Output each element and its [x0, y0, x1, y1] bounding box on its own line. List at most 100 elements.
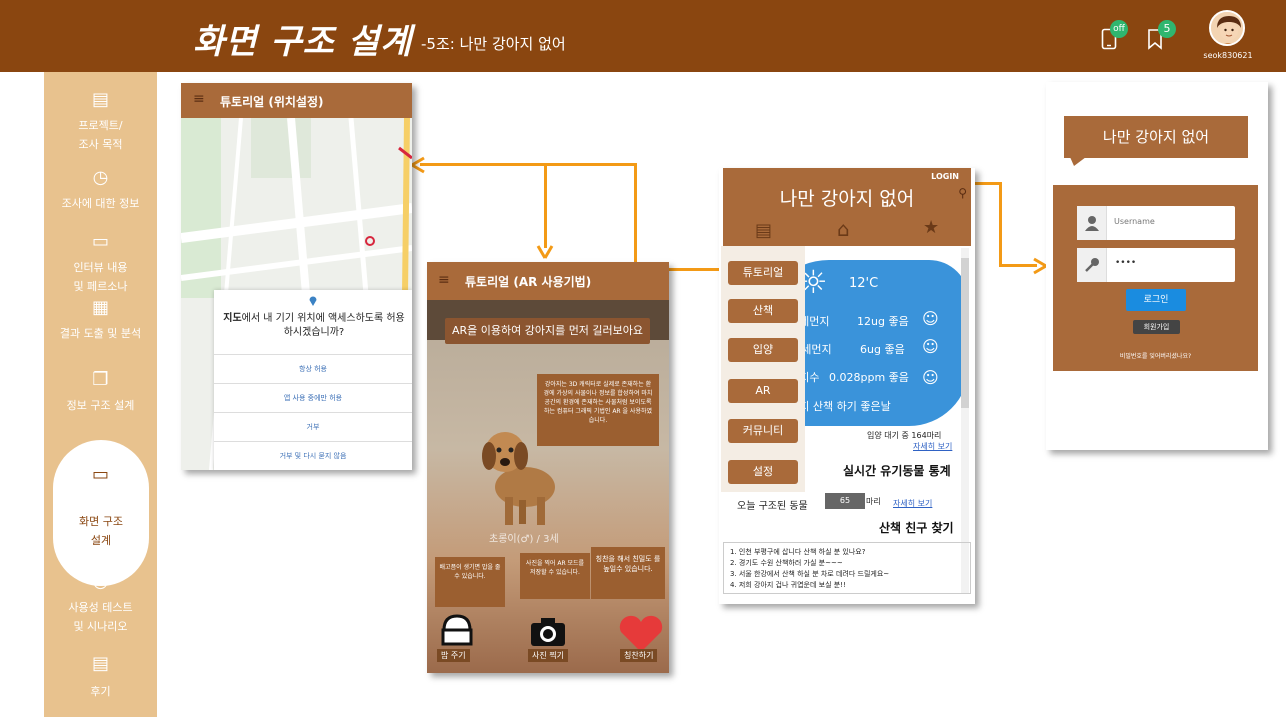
top-bar: 화면 구조 설계 -5조: 나만 강아지 없어 off 5 seok830621 [0, 0, 1286, 72]
screen-tutorial-location: ≡ 튜토리얼 (위치설정) 지도에서 내 기기 위치에 액세스하도록 허용하시겠… [181, 83, 412, 470]
ar-banner: AR을 이용하여 강아지를 먼저 길러보아요 [445, 318, 650, 344]
temperature: 12'C [849, 276, 879, 291]
connector-line [420, 163, 546, 166]
rescued-unit: 마리 [866, 497, 881, 506]
arrow-left-icon [411, 156, 425, 174]
user-avatar[interactable] [1209, 10, 1245, 46]
home-icon[interactable]: ⌂ [837, 217, 850, 241]
menu-settings[interactable]: 설정 [728, 460, 798, 484]
sidebar-item-info-architecture[interactable]: ❐ 정보 구조 설계 [44, 370, 157, 415]
menu-adopt[interactable]: 입양 [728, 338, 798, 362]
ozone-value: 0.028ppm 좋음 [829, 371, 909, 384]
screen-title: 튜토리얼 (AR 사용기법) [465, 275, 592, 289]
forgot-password-link[interactable]: 비밀번호를 잊어버리셨나요? [1053, 351, 1258, 360]
hamburger-icon[interactable]: ≡ [193, 91, 205, 107]
sidebar-item-label: 및 페르소나 [73, 280, 128, 293]
avatar-face-icon [1211, 12, 1243, 44]
user-icon [1085, 216, 1099, 231]
main-header: LOGIN ⚲ 나만 강아지 없어 ▤ ⌂ ★ [723, 168, 971, 246]
login-button[interactable]: 로그인 [1126, 289, 1186, 311]
menu-ar[interactable]: AR [728, 379, 798, 403]
app-title: 나만 강아지 없어 [779, 188, 915, 210]
menu-community[interactable]: 커뮤니티 [728, 419, 798, 443]
speech-tail-icon [1070, 157, 1086, 166]
screen-login: 나만 강아지 없어 Username •••• 로그인 회원가입 비밀번호를 잊… [1046, 82, 1268, 450]
scrollbar-thumb[interactable] [961, 258, 969, 408]
fine-dust-value: 6ug 좋음 [860, 343, 905, 356]
praise-button[interactable]: 칭찬하기 [620, 649, 658, 662]
list-item[interactable]: 1. 인천 부평구에 삽니다 산책 하실 분 있나요? [730, 547, 964, 558]
screen-main: LOGIN ⚲ 나만 강아지 없어 ▤ ⌂ ★ ☼ 12'C 미세먼지 12ug… [719, 168, 975, 604]
sidebar-item-project[interactable]: ▤ 프로젝트/ 조사 목적 [44, 90, 157, 154]
connector-line [546, 163, 636, 166]
connector-line [544, 163, 547, 248]
prompt-app-name: 지도 [223, 313, 242, 324]
sidebar-item-label-line2: 설계 [90, 534, 112, 547]
password-field[interactable]: •••• [1077, 248, 1235, 282]
sidebar-item-review[interactable]: ▤ 후기 [44, 654, 157, 701]
ar-dog-character[interactable] [467, 412, 577, 532]
tip-photo: 사진을 찍어 AR 모드를 저장할 수 있습니다. [520, 553, 590, 599]
sidebar-item-interview[interactable]: ▭ 인터뷰 내용 및 페르소나 [44, 232, 157, 296]
sidebar-item-label: 조사 목적 [78, 138, 123, 151]
section-friends-title: 산책 친구 찾기 [879, 521, 954, 535]
key-icon [1085, 258, 1099, 272]
login-form: Username •••• 로그인 회원가입 비밀번호를 잊어버리셨나요? [1053, 185, 1258, 371]
list-item[interactable]: 3. 서울 한강에서 산책 하실 분 차로 데려다 드릴게요~ [730, 569, 964, 580]
deny-never-ask-button[interactable]: 거부 및 다시 묻지 않음 [214, 441, 412, 470]
connector-line [634, 163, 637, 270]
tip-praise: 칭찬을 해서 친밀도 를 높일수 있습니다. [591, 547, 665, 599]
password-value: •••• [1115, 258, 1137, 268]
page-title: 화면 구조 설계 [193, 22, 413, 62]
permission-prompt: 지도에서 내 기기 위치에 액세스하도록 허용하시겠습니까? [222, 312, 406, 340]
more-link[interactable]: 자세히 보기 [913, 441, 952, 452]
menu-tutorial[interactable]: 튜토리얼 [728, 261, 798, 285]
star-icon[interactable]: ★ [923, 217, 939, 238]
sidebar-item-label: 인터뷰 내용 [73, 261, 128, 274]
allow-always-button[interactable]: 항상 허용 [214, 354, 412, 383]
tip-feed: 배고픔이 생기면 밥을 줄 수 있습니다. [435, 557, 505, 607]
list-item[interactable]: 4. 저희 강아지 겁나 귀엽운데 보실 분!! [730, 580, 964, 591]
side-menu: 튜토리얼 산책 입양 AR 커뮤니티 설정 [721, 246, 805, 492]
signup-button[interactable]: 회원가입 [1133, 320, 1180, 334]
allow-while-using-button[interactable]: 앱 사용 중에만 허용 [214, 383, 412, 412]
login-link[interactable]: LOGIN [931, 172, 959, 181]
sidebar-item-label-line1: 화면 구조 [79, 515, 123, 528]
screen-tutorial-ar: ≡ 튜토리얼 (AR 사용기법) AR을 이용하여 강아지를 먼저 길러보아요 … [427, 262, 669, 673]
food-bowl-icon[interactable] [440, 612, 474, 648]
photo-button[interactable]: 사진 찍기 [528, 649, 568, 662]
sidebar-item-label: 결과 도출 및 분석 [59, 327, 142, 340]
hamburger-icon[interactable]: ≡ [438, 272, 450, 288]
phone-status-badge: off [1110, 20, 1128, 38]
sidebar-item-label: 조사에 대한 정보 [61, 197, 140, 210]
permission-dialog: 지도에서 내 기기 위치에 액세스하도록 허용하시겠습니까? 항상 허용 앱 사… [214, 290, 412, 470]
heart-icon[interactable] [618, 614, 664, 654]
monitor-icon: ▭ [91, 231, 109, 252]
feed-button[interactable]: 밥 주기 [437, 649, 470, 662]
location-pin-icon [309, 296, 317, 306]
sidebar-item-research-info[interactable]: ◷ 조사에 대한 정보 [44, 168, 157, 213]
dust-value: 12ug 좋음 [857, 315, 909, 328]
menu-walk[interactable]: 산책 [728, 299, 798, 323]
document-icon: ▤ [91, 653, 109, 674]
sidebar: ▤ 프로젝트/ 조사 목적 ◷ 조사에 대한 정보 ▭ 인터뷰 내용 및 페르소… [44, 72, 157, 717]
camera-icon[interactable] [529, 616, 567, 648]
menu-icon[interactable]: ▤ [755, 220, 772, 241]
rescued-label: 오늘 구조된 동물 [737, 501, 808, 512]
clock-icon: ◷ [92, 571, 109, 592]
more-link[interactable]: 자세히 보기 [893, 498, 932, 509]
sidebar-item-label: 사용성 테스트 [68, 601, 133, 614]
deny-button[interactable]: 거부 [214, 412, 412, 441]
list-item[interactable]: 2. 경기도 수원 산책하러 가실 분~~~ [730, 558, 964, 569]
sidebar-item-usability[interactable]: ◷ 사용성 테스트 및 시나리오 [44, 572, 157, 636]
sidebar-item-label: 프로젝트/ [78, 119, 123, 132]
clock-icon: ◷ [92, 167, 109, 188]
dog-info-label: 초롱이(♂) / 3세 [489, 534, 559, 545]
smile-icon: ☺ [922, 368, 939, 387]
smile-icon: ☺ [922, 337, 939, 356]
username-field[interactable]: Username [1077, 206, 1235, 240]
sidebar-item-label: 화면 구조 설계 [53, 512, 149, 550]
connector-line [999, 182, 1002, 266]
sidebar-item-results[interactable]: ▦ 결과 도출 및 분석 [44, 298, 157, 343]
username-label: seok830621 [1203, 51, 1253, 60]
